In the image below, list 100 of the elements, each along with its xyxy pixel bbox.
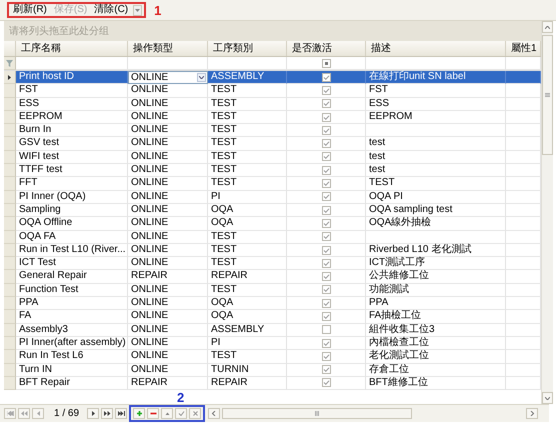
scroll-thumb[interactable] <box>542 35 553 155</box>
horizontal-scroll-thumb[interactable] <box>222 408 412 419</box>
scroll-down-button[interactable] <box>542 392 553 404</box>
remove-button[interactable] <box>147 408 160 419</box>
table-cell: ONLINE <box>128 297 208 310</box>
filter-cell[interactable] <box>208 57 287 70</box>
next-button[interactable] <box>87 408 100 419</box>
checkbox[interactable] <box>322 338 330 348</box>
checkbox[interactable] <box>322 126 330 135</box>
toolbar-button[interactable]: 刷新(R) <box>11 4 49 16</box>
checkbox[interactable] <box>322 99 330 108</box>
caret-icon <box>199 76 204 80</box>
table-cell: Run in Test L10 (River... <box>16 244 128 258</box>
table-cell: TEST <box>366 177 506 191</box>
table-cell: PI <box>208 336 287 350</box>
filter-cell[interactable] <box>128 57 208 70</box>
table-cell: ONLINE <box>128 324 208 337</box>
table-cell: ONLINE <box>128 364 208 377</box>
table-cell: 組件收集工位3 <box>366 324 506 337</box>
table-cell: 老化測試工位 <box>366 350 506 364</box>
table-cell: test <box>366 150 506 164</box>
left-icon <box>34 411 42 416</box>
checkbox[interactable] <box>322 206 330 215</box>
toolbar-button[interactable]: 清除(C) <box>92 4 130 16</box>
table-cell: ESS <box>366 98 506 111</box>
table-cell: TURNIN <box>208 364 287 377</box>
checkbox[interactable] <box>322 72 330 82</box>
minus-icon <box>150 411 157 416</box>
table-cell: Assembly3 <box>16 324 128 337</box>
table-cell: REPAIR <box>208 270 287 284</box>
table-cell: PPA <box>16 297 128 310</box>
dropdown-button[interactable] <box>133 4 142 16</box>
last-page-button[interactable] <box>115 408 128 419</box>
filter-checkbox[interactable] <box>322 58 330 68</box>
table-cell: 公共維修工位 <box>366 270 506 284</box>
record-position: 1 / 69 <box>53 408 80 419</box>
caret-icon <box>135 8 140 12</box>
checkbox[interactable] <box>322 258 330 268</box>
plus-icon <box>136 411 143 416</box>
checkbox[interactable] <box>322 378 330 388</box>
double-right-icon <box>104 411 111 416</box>
checkbox[interactable] <box>322 192 330 202</box>
current-row-icon <box>8 74 11 80</box>
grip-icon <box>545 93 550 97</box>
first-page-button[interactable] <box>4 408 16 419</box>
close-icon <box>192 411 199 416</box>
column-header[interactable]: 描述 <box>366 41 506 56</box>
table-cell: TEST <box>208 284 287 298</box>
column-header[interactable]: 工序名稱 <box>16 41 128 56</box>
column-header[interactable]: 操作類型 <box>128 41 208 56</box>
table-cell: ONLINE <box>128 124 208 138</box>
filter-cell[interactable] <box>16 57 128 70</box>
table-cell: ONLINE <box>128 190 208 204</box>
checkbox[interactable] <box>322 179 330 188</box>
scroll-up-button[interactable] <box>542 21 553 33</box>
column-header[interactable]: 工序類別 <box>208 41 287 56</box>
scroll-right-button[interactable] <box>526 408 538 419</box>
table-cell: 內檔檢查工位 <box>366 336 506 350</box>
checkbox[interactable] <box>322 139 330 148</box>
vertical-scrollbar[interactable] <box>541 21 553 404</box>
table-cell: ONLINE <box>128 336 208 350</box>
table-cell: PPA <box>366 297 506 310</box>
table-cell: ONLINE <box>128 110 208 124</box>
checkbox[interactable] <box>322 325 330 334</box>
checkbox[interactable] <box>322 272 330 282</box>
dropdown-editor[interactable]: ONLINE <box>128 71 208 84</box>
column-header[interactable]: 是否激活 <box>287 41 366 56</box>
filter-cell[interactable] <box>366 57 506 70</box>
table-cell: OQA <box>208 204 287 218</box>
table-cell: TEST <box>208 150 287 164</box>
scroll-left-button[interactable] <box>208 408 220 419</box>
checkbox[interactable] <box>322 166 330 175</box>
edit-button[interactable] <box>161 408 174 419</box>
table-cell: 存倉工位 <box>366 364 506 377</box>
row-header[interactable] <box>4 71 16 84</box>
table-cell: FST <box>366 84 506 98</box>
checkbox[interactable] <box>322 232 330 242</box>
checkbox[interactable] <box>322 285 330 294</box>
table-cell: TEST <box>208 124 287 138</box>
checkbox[interactable] <box>322 112 330 122</box>
checkbox[interactable] <box>322 365 330 374</box>
table-cell: ICT測試工序 <box>366 257 506 270</box>
checkbox[interactable] <box>322 246 330 254</box>
up-triangle-icon <box>164 411 171 416</box>
checkbox[interactable] <box>322 152 330 162</box>
dropdown-button[interactable] <box>197 73 206 82</box>
cancel-button[interactable] <box>189 408 202 419</box>
next-page-button[interactable] <box>101 408 114 419</box>
double-left-icon <box>20 411 28 416</box>
checkbox[interactable] <box>322 352 330 361</box>
checkbox[interactable] <box>322 312 330 321</box>
checkbox[interactable] <box>322 298 330 308</box>
first-icon <box>6 411 14 416</box>
confirm-button[interactable] <box>175 408 188 419</box>
table-cell: ICT Test <box>16 257 128 270</box>
previous-page-button[interactable] <box>18 408 30 419</box>
add-button[interactable] <box>133 408 146 419</box>
checkbox[interactable] <box>322 86 330 95</box>
checkbox[interactable] <box>322 218 330 228</box>
previous-button[interactable] <box>32 408 44 419</box>
